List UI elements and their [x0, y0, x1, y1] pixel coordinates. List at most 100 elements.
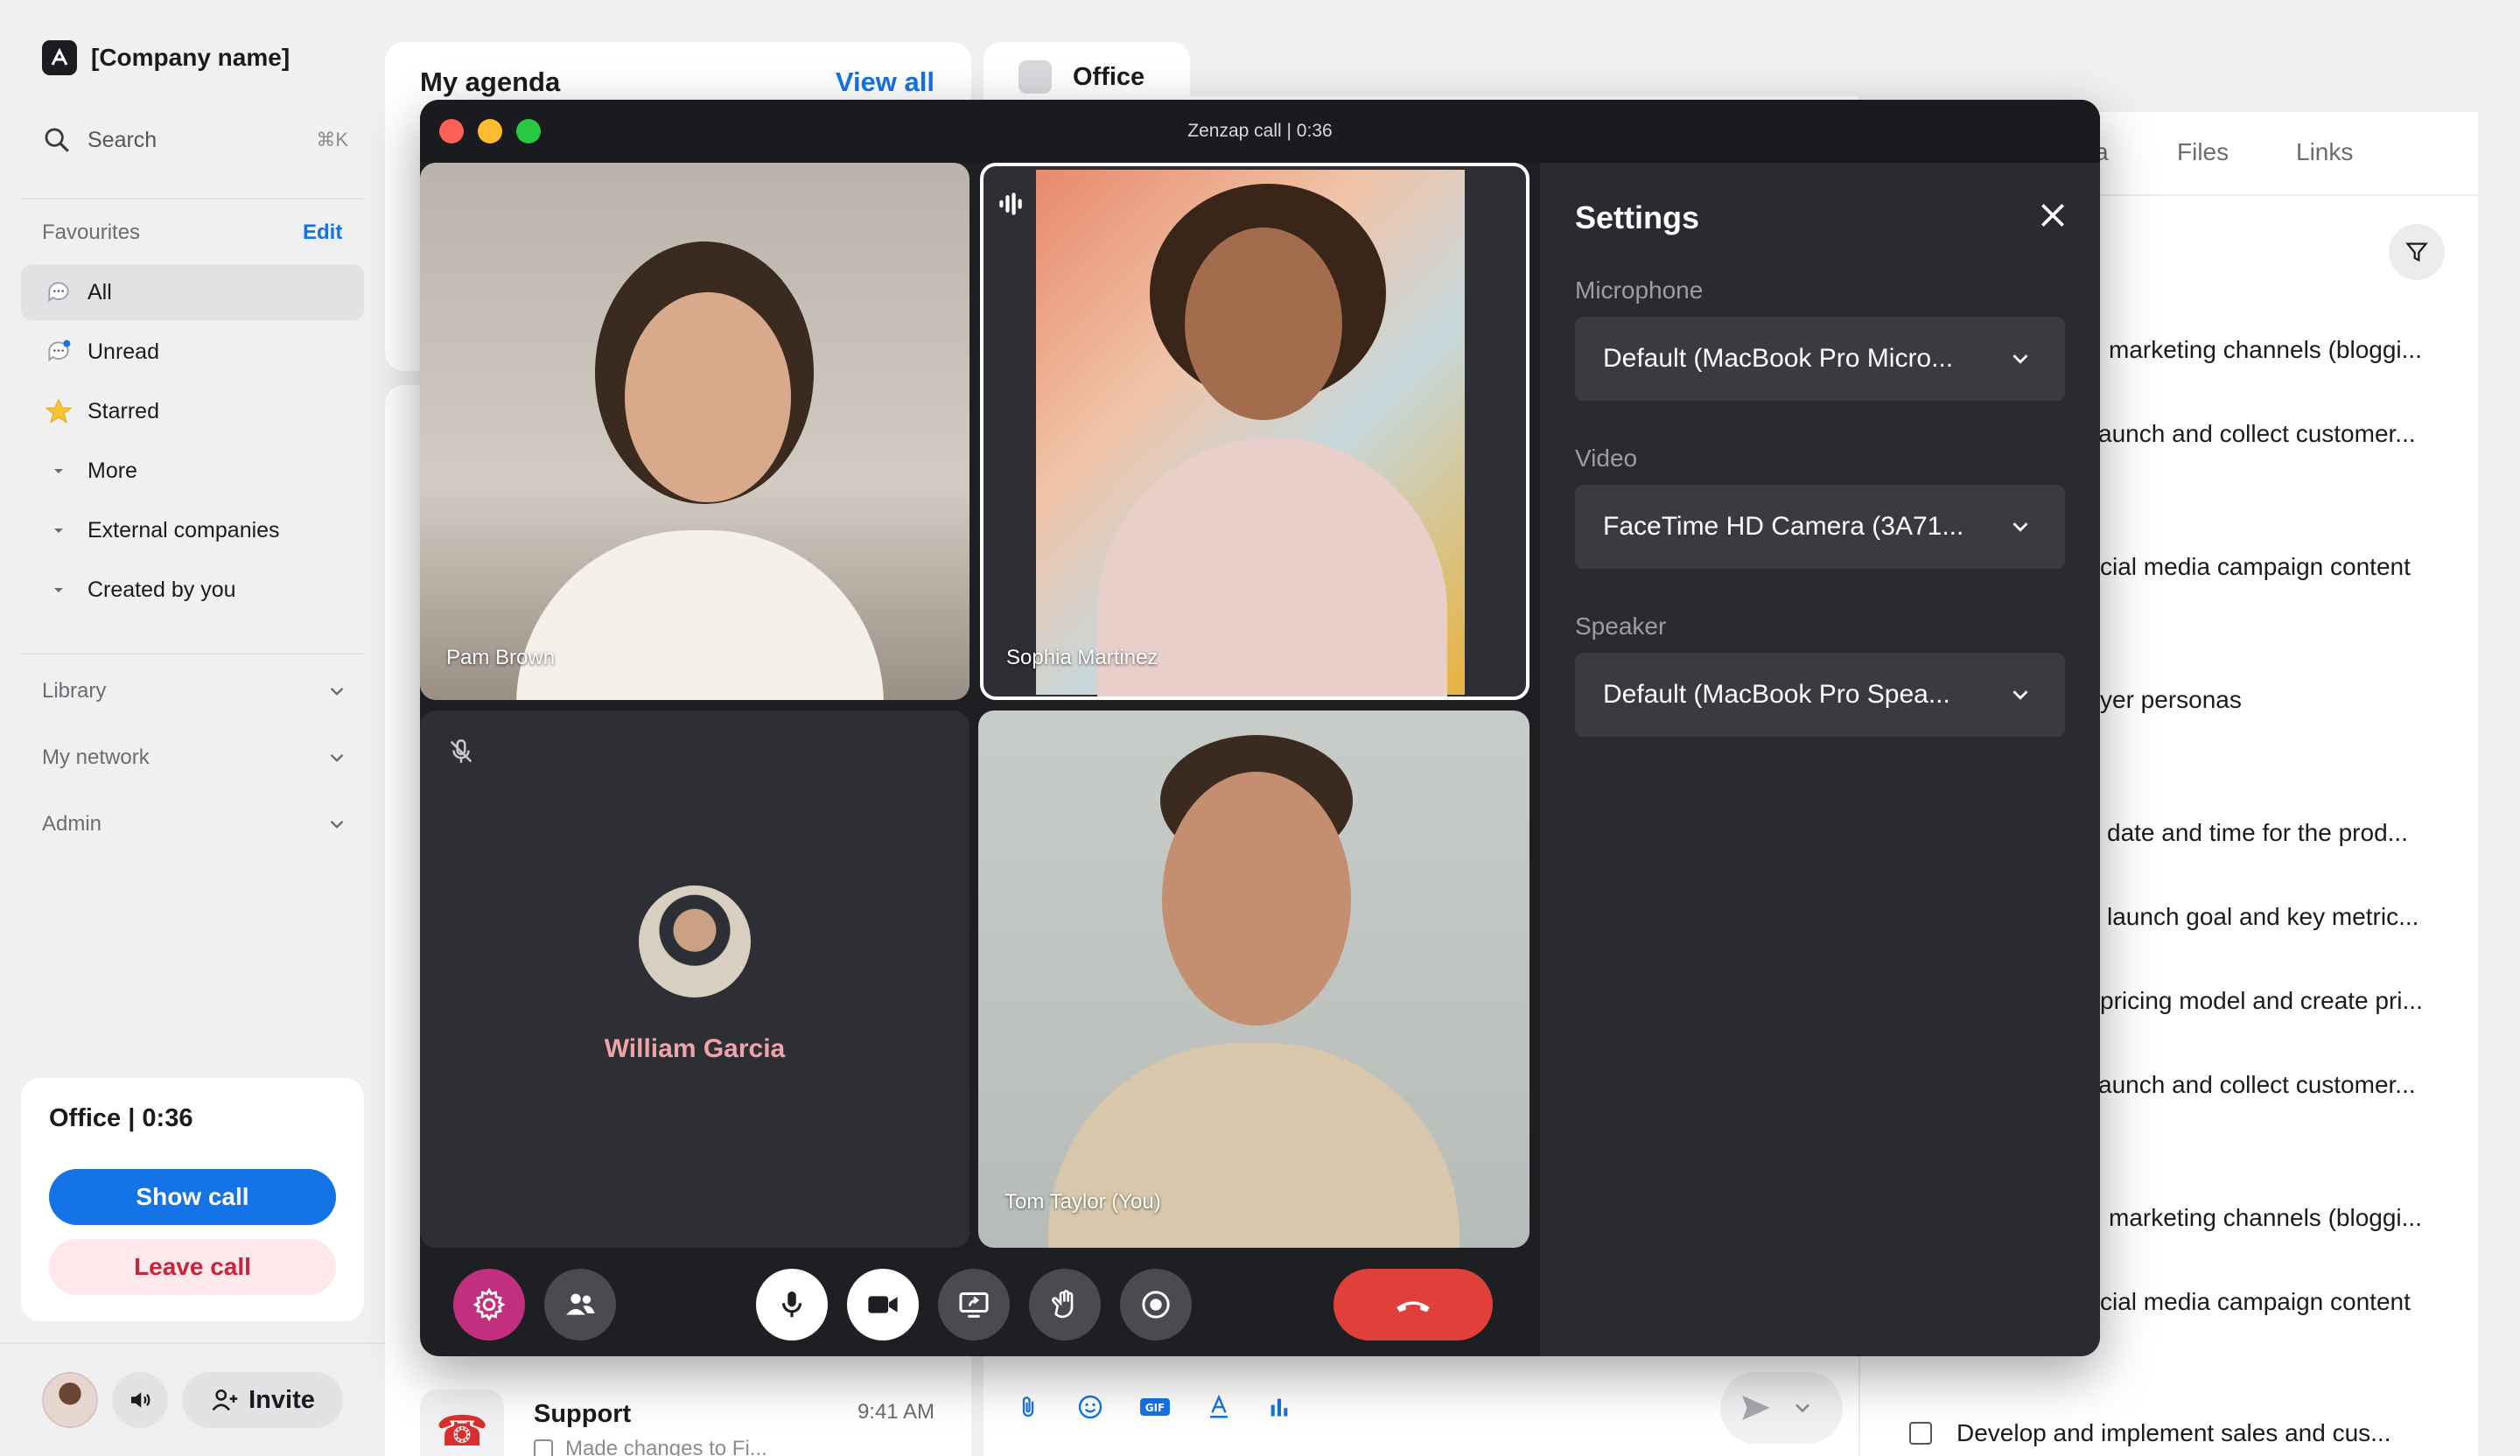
task-item[interactable]: marketing channels (bloggi... — [2109, 1204, 2520, 1232]
group-my-network[interactable]: My network — [42, 746, 348, 770]
invite-button[interactable]: Invite — [182, 1372, 343, 1428]
tab-links[interactable]: Links — [2296, 138, 2353, 166]
unread-chat-icon — [44, 337, 74, 367]
record-icon — [1142, 1291, 1170, 1319]
sidebar-item-label: Unread — [88, 339, 159, 364]
task-item[interactable]: marketing channels (bloggi... — [2109, 336, 2520, 364]
checkbox-icon — [534, 1439, 553, 1456]
filter-button[interactable] — [2389, 224, 2445, 280]
favourites-edit-link[interactable]: Edit — [303, 220, 342, 245]
end-call-button[interactable] — [1334, 1269, 1493, 1340]
svg-text:GIF: GIF — [1145, 1402, 1166, 1414]
support-chat-name[interactable]: Support — [534, 1400, 631, 1429]
caret-down-icon — [44, 456, 74, 486]
sidebar-item-label: Created by you — [88, 577, 236, 602]
group-library[interactable]: Library — [42, 679, 348, 704]
video-camera-icon — [868, 1296, 898, 1313]
search-shortcut: ⌘K — [316, 129, 348, 150]
speaker-icon — [131, 1392, 150, 1408]
task-item[interactable]: aunch and collect customer... — [2098, 1071, 2520, 1099]
avatar — [639, 886, 751, 998]
close-icon — [2041, 204, 2064, 227]
leave-call-button[interactable]: Leave call — [49, 1239, 336, 1295]
sidebar-footer: Invite — [0, 1342, 385, 1456]
sidebar-item-starred[interactable]: Starred — [21, 383, 364, 439]
add-user-icon — [212, 1389, 238, 1411]
gear-icon — [472, 1287, 506, 1322]
audio-settings-button[interactable] — [112, 1372, 168, 1428]
agenda-view-all-link[interactable]: View all — [836, 66, 934, 98]
hang-up-icon — [1396, 1301, 1430, 1312]
group-admin[interactable]: Admin — [42, 812, 348, 836]
select-value: Default (MacBook Pro Spea... — [1603, 680, 1950, 709]
video-label: Video — [1575, 444, 1638, 472]
avatar[interactable] — [42, 1372, 98, 1428]
sidebar-item-more[interactable]: More — [21, 443, 364, 499]
sidebar-item-label: Starred — [88, 398, 159, 424]
gif-icon[interactable]: GIF — [1139, 1395, 1171, 1419]
company-name[interactable]: [Company name] — [91, 40, 290, 75]
task-item[interactable]: yer personas — [2100, 686, 2520, 714]
participant-tile-pam-brown[interactable]: Pam Brown — [420, 163, 970, 700]
call-window-title: Zenzap call | 0:36 — [1187, 121, 1333, 141]
send-button[interactable] — [1720, 1372, 1843, 1444]
task-item[interactable]: cial media campaign content — [2100, 553, 2520, 581]
sidebar-item-all[interactable]: All — [21, 264, 364, 320]
preview-text: Made changes to Fi... — [565, 1437, 767, 1456]
participant-tile-sophia-martinez[interactable]: Sophia Martinez — [980, 163, 1530, 700]
participant-name: William Garcia — [604, 1034, 786, 1063]
participants-button[interactable] — [544, 1269, 616, 1340]
microphone-label: Microphone — [1575, 276, 1704, 304]
participant-tile-william-garcia[interactable]: William Garcia — [420, 710, 970, 1248]
poll-chart-icon[interactable] — [1267, 1395, 1292, 1419]
text-format-icon[interactable] — [1206, 1394, 1232, 1420]
people-icon — [566, 1293, 595, 1315]
company-logo-icon — [42, 40, 77, 75]
agenda-title: My agenda — [420, 66, 561, 97]
sidebar-item-created-by-you[interactable]: Created by you — [21, 562, 364, 618]
search-icon — [45, 128, 69, 152]
chevron-down-icon — [330, 687, 344, 696]
task-item[interactable]: Develop and implement sales and cus... — [1909, 1419, 2391, 1447]
sidebar-item-external-companies[interactable]: External companies — [21, 502, 364, 558]
record-button[interactable] — [1120, 1269, 1192, 1340]
task-item[interactable]: pricing model and create pri... — [2100, 987, 2520, 1015]
screen-share-button[interactable] — [938, 1269, 1010, 1340]
chevron-down-icon — [330, 820, 344, 829]
muted-mic-icon — [446, 737, 476, 771]
sidebar-item-unread[interactable]: Unread — [21, 324, 364, 380]
video-face — [1185, 228, 1342, 420]
microphone-select[interactable]: Default (MacBook Pro Micro... — [1575, 317, 2065, 401]
wave-hand-icon — [1052, 1290, 1074, 1319]
close-settings-button[interactable] — [2035, 198, 2070, 237]
attach-icon[interactable] — [1015, 1394, 1041, 1420]
screen-share-icon — [959, 1292, 989, 1318]
tab-files[interactable]: Files — [2177, 138, 2229, 166]
video-face — [625, 292, 791, 502]
task-item[interactable]: aunch and collect customer... — [2098, 420, 2520, 448]
settings-button[interactable] — [453, 1269, 525, 1340]
telephone-icon: ☎ — [420, 1390, 504, 1456]
microphone-toggle-button[interactable] — [756, 1269, 828, 1340]
task-item[interactable]: cial media campaign content — [2100, 1288, 2520, 1316]
search-input[interactable]: Search ⌘K — [42, 121, 348, 159]
search-label: Search — [88, 127, 158, 152]
speaker-select[interactable]: Default (MacBook Pro Spea... — [1575, 653, 2065, 737]
sidebar: [Company name] Search ⌘K Favourites Edit… — [0, 0, 385, 1456]
task-item[interactable]: launch goal and key metric... — [2107, 903, 2520, 931]
support-chat-time: 9:41 AM — [857, 1400, 934, 1424]
participant-tile-tom-taylor[interactable]: Tom Taylor (You) — [978, 710, 1530, 1248]
office-title: Office — [1073, 62, 1145, 91]
camera-toggle-button[interactable] — [847, 1269, 919, 1340]
chevron-down-icon[interactable] — [1790, 1396, 1815, 1420]
show-call-button[interactable]: Show call — [49, 1169, 336, 1225]
emoji-icon[interactable] — [1076, 1393, 1104, 1421]
task-item[interactable]: date and time for the prod... — [2107, 819, 2520, 847]
group-label: Library — [42, 679, 107, 703]
checkbox-icon[interactable] — [1909, 1422, 1932, 1445]
chevron-down-icon — [2012, 690, 2028, 700]
video-select[interactable]: FaceTime HD Camera (3A71... — [1575, 485, 2065, 569]
chevron-down-icon — [2012, 522, 2028, 532]
call-card-title: Office | 0:36 — [49, 1104, 193, 1132]
raise-hand-button[interactable] — [1029, 1269, 1101, 1340]
